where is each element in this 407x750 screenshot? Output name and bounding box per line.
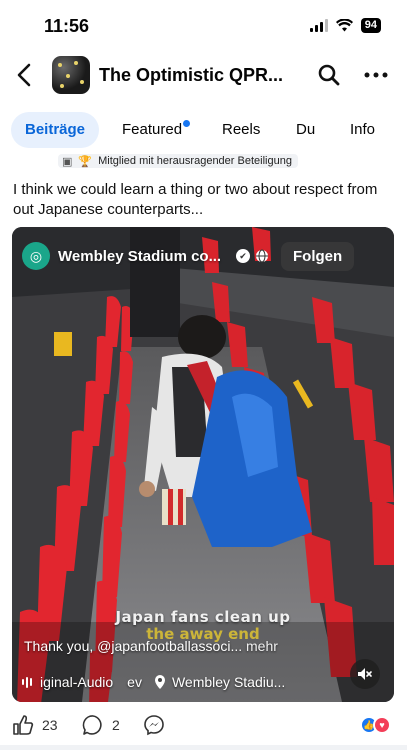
like-button[interactable]: 23 [12,714,58,736]
page-avatar[interactable]: ◎ [22,242,50,270]
video-footer: iginal-Audio ev Wembley Stadiu... [22,672,285,692]
status-time: 11:56 [44,16,90,36]
group-avatar[interactable] [52,56,90,94]
comment-count: 2 [112,717,120,733]
like-count: 23 [42,717,58,733]
post-actions: 23 2 👍 ♥ [0,710,407,742]
comment-button[interactable]: 2 [82,714,120,736]
verified-icon: ✔ [236,249,250,263]
member-badge: ▣ 🏆 Mitglied mit herausragender Beteilig… [58,154,298,168]
status-icons: 94 [309,18,381,33]
tab-reels[interactable]: Reels [222,112,260,148]
tab-beitraege[interactable]: Beiträge [11,112,100,148]
tab-featured-label: Featured [122,121,183,138]
contributor-card-icon: ▣ [62,155,73,168]
tab-info[interactable]: Info [350,112,375,148]
audio-label-suffix: ev [127,674,142,690]
follow-button[interactable]: Folgen [281,241,355,271]
tab-featured[interactable]: Featured [122,112,191,148]
messenger-icon [144,715,164,736]
status-bar: 11:56 94 [0,0,407,50]
group-header: The Optimistic QPR... [0,52,407,98]
video-player[interactable]: ◎ Wembley Stadium co... ✔ Folgen Japan f… [12,227,394,702]
page-name[interactable]: Wembley Stadium co... [58,248,230,265]
more-options-icon[interactable] [364,71,388,79]
battery-indicator: 94 [360,18,381,33]
group-title[interactable]: The Optimistic QPR... [99,65,284,86]
location-pin-icon [154,675,165,689]
tab-du[interactable]: Du [296,112,315,148]
search-icon[interactable] [318,64,340,86]
location-label[interactable]: Wembley Stadiu... [172,674,285,690]
globe-icon [256,249,268,263]
signal-icon [309,19,328,32]
feed-separator [0,745,407,750]
audio-label[interactable]: iginal-Audio [40,674,113,690]
comment-icon [82,715,102,735]
video-overlay-title: Japan fans clean up [115,608,291,626]
reaction-summary[interactable]: 👍 ♥ [360,716,391,734]
group-tabs: Beiträge Featured Reels Du Info [0,110,407,150]
love-reaction-icon: ♥ [373,716,391,734]
thumbs-up-icon [13,715,34,735]
post-text: I think we could learn a thing or two ab… [13,181,378,218]
caption-more-link[interactable]: mehr [246,638,278,654]
member-badge-label: Mitglied mit herausragender Beteiligung [98,155,292,167]
new-content-dot [183,120,191,127]
mute-button[interactable] [350,659,380,689]
muted-speaker-icon [358,668,372,680]
video-caption[interactable]: Thank you, @japanfootballassoci... mehr [24,638,278,654]
back-arrow-icon[interactable] [14,62,36,88]
caption-text: Thank you, @japanfootballassoci... [24,638,243,654]
trophy-icon: 🏆 [78,155,93,168]
wifi-icon [335,19,353,32]
audio-wave-icon [22,676,32,688]
messenger-share-button[interactable] [143,714,165,736]
video-header: ◎ Wembley Stadium co... ✔ Folgen [22,239,384,273]
